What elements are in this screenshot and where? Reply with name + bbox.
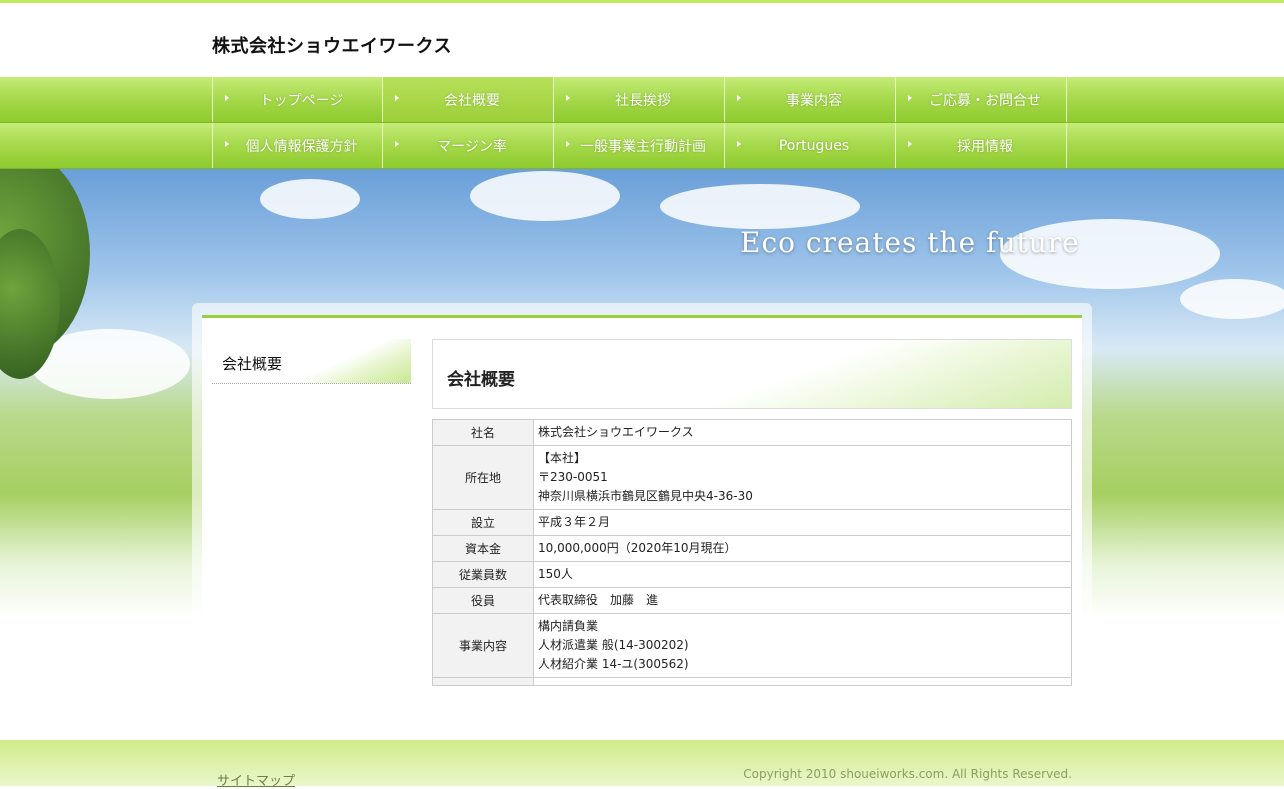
nav-item-row1-2[interactable]: 社長挨拶 (554, 77, 725, 122)
nav-item-label: トップページ (259, 92, 344, 109)
table-row: 従業員数 150人 (432, 561, 1072, 588)
nav-item-label: 会社概要 (444, 92, 500, 109)
row-label: 事業内容 (432, 613, 534, 678)
value-line: 10,000,000円（2020年10月現在） (538, 541, 737, 555)
row-label: 資本金 (432, 535, 534, 562)
cloud-shape (260, 179, 360, 219)
nav-item-label: 採用情報 (957, 138, 1013, 155)
arrow-right-icon (395, 141, 399, 147)
arrow-right-icon (908, 141, 912, 147)
copyright-text: Copyright 2010 shoueiworks.com. All Righ… (743, 767, 1072, 781)
row-label: 所在地 (432, 445, 534, 510)
arrow-right-icon (225, 95, 229, 101)
cloud-shape (470, 171, 620, 221)
row-label: 設立 (432, 509, 534, 536)
arrow-right-icon (737, 95, 741, 101)
cloud-shape (660, 184, 860, 229)
row-value: 【本社】〒230-0051 神奈川県横浜市鶴見区鶴見中央4-36-30 (533, 445, 1072, 510)
row-value: 構内請負業人材派遣業 般(14-300202) 人材紹介業 14‐ユ(300562… (533, 613, 1072, 678)
row-label: 社名 (432, 419, 534, 446)
sitemap-link[interactable]: サイトマップ (217, 770, 295, 789)
nav-item-label: 個人情報保護方針 (245, 138, 358, 155)
value-line: 構内請負業 (538, 619, 599, 633)
company-info-table: 社名 株式会社ショウエイワークス 所在地 【本社】〒230-0051 神奈川県横浜市鶴見… (432, 419, 1072, 686)
nav-item-label: 事業内容 (786, 92, 842, 109)
table-row: 所在地 【本社】〒230-0051 神奈川県横浜市鶴見区鶴見中央4-36-30 (432, 445, 1072, 510)
table-row: 資本金 10,000,000円（2020年10月現在） (432, 535, 1072, 562)
table-row (432, 677, 1072, 686)
arrow-right-icon (566, 95, 570, 101)
nav-item-label: 一般事業主行動計画 (580, 138, 706, 155)
nav-item-label: Portugues (778, 137, 850, 154)
arrow-right-icon (566, 141, 570, 147)
table-row: 事業内容 構内請負業人材派遣業 般(14-300202) 人材紹介業 14‐ユ(30… (432, 613, 1072, 678)
table-row: 社名 株式会社ショウエイワークス (432, 419, 1072, 446)
value-line: 神奈川県横浜市鶴見区鶴見中央4-36-30 (538, 489, 753, 503)
table-row: 設立 平成３年２月 (432, 509, 1072, 536)
value-line: 株式会社ショウエイワークス (538, 425, 694, 439)
nav-row-1: トップページ 会社概要 社長挨拶 事業内容 ご応募・お問合せ (0, 77, 1284, 123)
value-line: 人材派遣業 般(14-300202) (538, 638, 689, 652)
row-label: 役員 (432, 587, 534, 614)
value-line: 人材紹介業 14‐ユ(300562) (538, 657, 689, 671)
nav-item-label: マージン率 (437, 138, 507, 155)
row-value: 10,000,000円（2020年10月現在） (533, 535, 1072, 562)
value-line: 【本社】 (538, 451, 587, 465)
row-value: 平成３年２月 (533, 509, 1072, 536)
nav-item-label: 社長挨拶 (615, 92, 671, 109)
page-heading: 会社概要 (432, 339, 1072, 409)
row-value: 代表取締役 加藤 進 (533, 587, 1072, 614)
nav-item-row2-1[interactable]: マージン率 (383, 123, 554, 168)
nav-item-row2-4[interactable]: 採用情報 (896, 123, 1067, 168)
top-accent-strip (0, 0, 1284, 3)
nav-item-label: ご応募・お問合せ (929, 92, 1041, 109)
table-row: 役員 代表取締役 加藤 進 (432, 587, 1072, 614)
row-value (533, 677, 1072, 686)
row-label: 従業員数 (432, 561, 534, 588)
nav-item-row1-3[interactable]: 事業内容 (725, 77, 896, 122)
nav-item-row2-3[interactable]: Portugues (725, 123, 896, 168)
sidebar-heading: 会社概要 (212, 339, 411, 384)
cloud-shape (1180, 279, 1284, 319)
nav-row-2: 個人情報保護方針 マージン率 一般事業主行動計画 Portugues 採用情報 (0, 123, 1284, 169)
row-value: 株式会社ショウエイワークス (533, 419, 1072, 446)
value-line: 150人 (538, 567, 573, 581)
hero-tagline: Eco creates the future (740, 226, 1080, 259)
footer: サイトマップ Copyright 2010 shoueiworks.com. A… (0, 740, 1284, 789)
arrow-right-icon (395, 95, 399, 101)
value-line: 代表取締役 加藤 進 (538, 593, 659, 607)
nav-item-row2-2[interactable]: 一般事業主行動計画 (554, 123, 725, 168)
arrow-right-icon (737, 141, 741, 147)
nav-item-row1-0[interactable]: トップページ (213, 77, 383, 122)
page-title: 会社概要 (447, 370, 515, 390)
nav-item-row1-4[interactable]: ご応募・お問合せ (896, 77, 1067, 122)
nav-item-row1-1[interactable]: 会社概要 (383, 77, 554, 122)
sidebar-title: 会社概要 (222, 355, 283, 373)
value-line: 〒230-0051 (538, 470, 608, 484)
row-value: 150人 (533, 561, 1072, 588)
site-title[interactable]: 株式会社ショウエイワークス (212, 32, 452, 58)
value-line: 平成３年２月 (538, 515, 611, 529)
row-label (432, 677, 534, 686)
arrow-right-icon (908, 95, 912, 101)
arrow-right-icon (225, 141, 229, 147)
nav-item-row2-0[interactable]: 個人情報保護方針 (213, 123, 383, 168)
